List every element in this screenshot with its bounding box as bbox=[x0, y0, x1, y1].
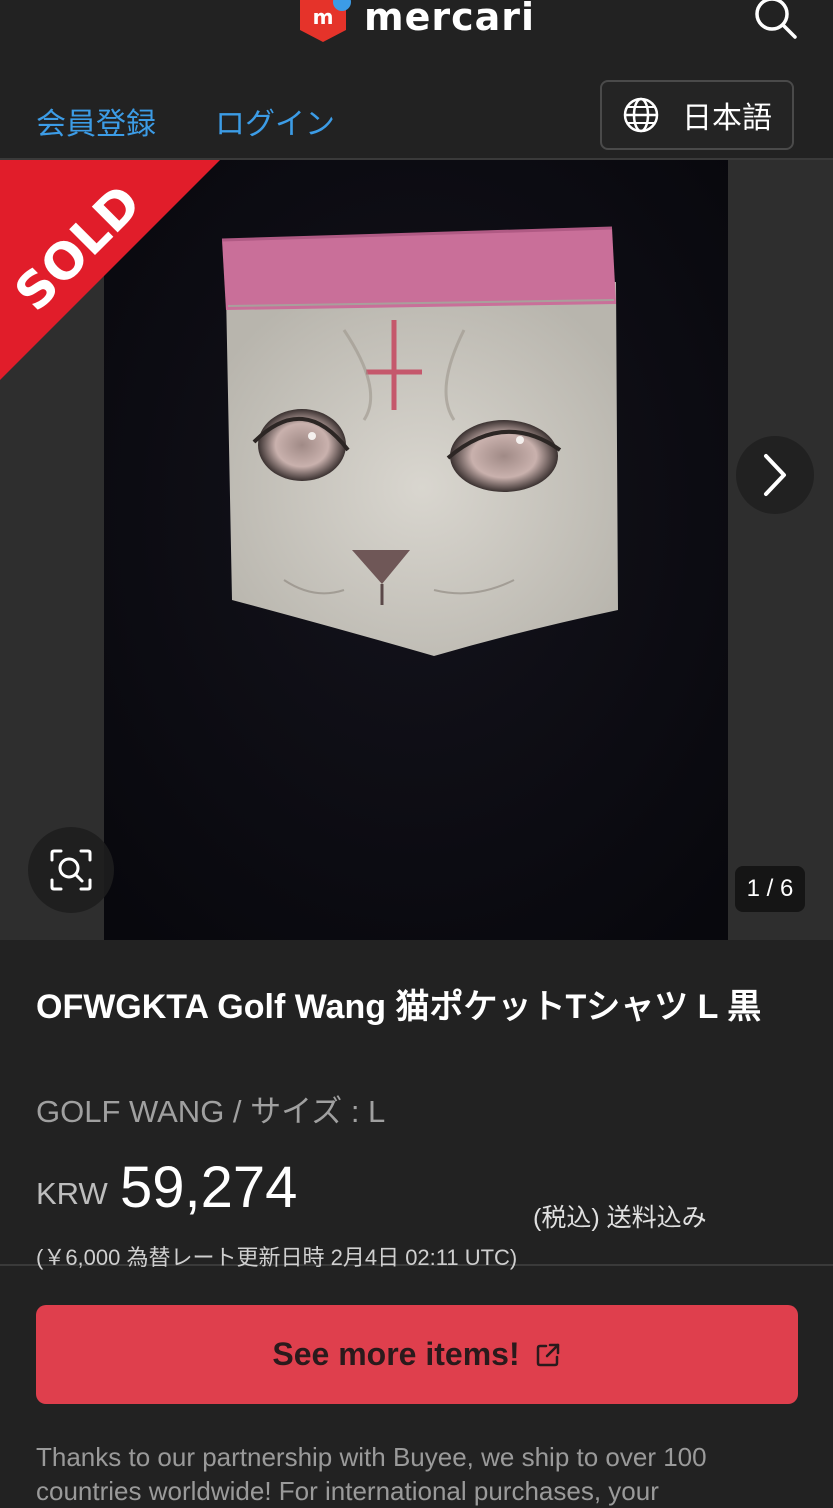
item-title: OFWGKTA Golf Wang 猫ポケットTシャツ L 黒 bbox=[36, 988, 762, 1026]
language-selector[interactable]: 日本語 bbox=[600, 80, 794, 150]
mercari-logo-text: mercari bbox=[364, 0, 536, 39]
top-app-bar: m mercari bbox=[0, 0, 833, 66]
price-currency: KRW bbox=[36, 1176, 108, 1211]
next-image-button[interactable] bbox=[736, 436, 814, 514]
chevron-right-icon bbox=[764, 454, 786, 496]
login-link[interactable]: ログイン bbox=[215, 99, 335, 143]
mercari-logo-icon: m bbox=[294, 0, 352, 44]
see-more-items-label: See more items! bbox=[272, 1336, 520, 1372]
image-search-button[interactable] bbox=[28, 827, 114, 913]
item-brand-size: GOLF WANG / サイズ : L bbox=[36, 1094, 386, 1129]
svg-text:m: m bbox=[313, 5, 334, 29]
language-label: 日本語 bbox=[682, 102, 772, 135]
mercari-logo[interactable]: m mercari bbox=[294, 0, 535, 44]
auth-bar: 会員登録 ログイン 日本語 bbox=[0, 66, 833, 160]
register-link[interactable]: 会員登録 bbox=[36, 99, 156, 143]
item-info: OFWGKTA Golf Wang 猫ポケットTシャツ L 黒 GOLF WAN… bbox=[0, 940, 833, 1270]
sold-ribbon: SOLD bbox=[0, 160, 240, 400]
item-image-carousel[interactable]: SOLD 1 / 6 bbox=[0, 160, 833, 940]
globe-icon bbox=[623, 97, 659, 133]
see-more-items-button[interactable]: See more items! bbox=[36, 1305, 798, 1404]
exchange-rate-note: (￥6,000 為替レート更新日時 2月4日 02:11 UTC) bbox=[36, 1245, 518, 1270]
image-search-icon bbox=[50, 849, 92, 891]
image-counter: 1 / 6 bbox=[735, 866, 805, 912]
search-button[interactable] bbox=[750, 0, 800, 42]
buyee-partnership-text: Thanks to our partnership with Buyee, we… bbox=[36, 1442, 707, 1506]
external-link-icon bbox=[536, 1343, 559, 1366]
search-icon bbox=[755, 0, 797, 39]
tax-shipping-note: (税込) 送料込み bbox=[533, 1204, 707, 1232]
item-price: 59,274 bbox=[120, 1155, 298, 1220]
